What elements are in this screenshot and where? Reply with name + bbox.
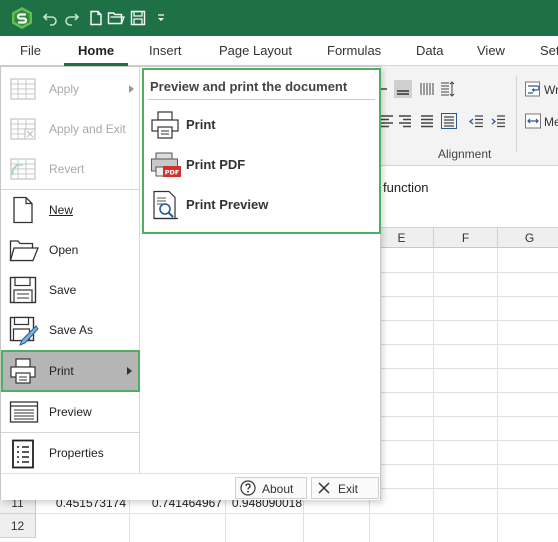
about-label: About (262, 482, 294, 496)
printer-icon (150, 110, 180, 140)
apply-exit-icon (9, 115, 37, 143)
exit-label: Exit (338, 482, 359, 496)
menu-item-new[interactable]: New (1, 190, 140, 230)
file-backstage-menu: Apply Apply and Exit Revert New Open Sav… (0, 66, 381, 500)
help-icon (240, 480, 256, 496)
decrease-indent-icon[interactable] (468, 112, 486, 130)
title-bar (0, 0, 558, 36)
exit-button[interactable]: Exit (311, 477, 379, 499)
grid-line (36, 513, 558, 514)
app-logo-icon (10, 6, 34, 30)
ribbon-separator (516, 76, 517, 152)
grid-line (433, 248, 434, 542)
menu-item-label: Open (49, 243, 79, 257)
submenu-item-print[interactable]: Print (146, 106, 377, 144)
new-document-icon (9, 196, 37, 224)
preview-icon (9, 398, 39, 426)
undo-icon[interactable] (40, 8, 60, 28)
menu-item-label: Apply and Exit (49, 122, 126, 136)
menu-item-revert[interactable]: Revert (1, 149, 140, 189)
menu-item-open[interactable]: Open (1, 230, 140, 270)
new-file-icon[interactable] (86, 8, 106, 28)
close-icon (316, 480, 332, 496)
submenu-arrow-icon (127, 367, 132, 375)
save-icon[interactable] (128, 8, 148, 28)
redo-icon[interactable] (62, 8, 82, 28)
column-header-f[interactable]: F (434, 228, 498, 248)
merge-cells-icon[interactable] (524, 112, 542, 130)
submenu-item-label: Print PDF (186, 157, 246, 172)
formula-text[interactable]: function (383, 180, 429, 195)
merge-label[interactable]: Me (544, 115, 558, 129)
tab-home[interactable]: Home (63, 36, 129, 66)
open-folder-icon (9, 236, 39, 264)
menu-item-label: Preview (49, 405, 92, 419)
menu-item-save-as[interactable]: Save As (1, 310, 140, 350)
print-submenu-title: Preview and print the document (150, 79, 348, 94)
menu-item-label: Revert (49, 162, 85, 176)
distributed-icon[interactable] (440, 112, 458, 130)
wrap-text-icon[interactable] (524, 80, 542, 98)
print-submenu: Preview and print the document Print PDF… (142, 68, 381, 234)
submenu-item-label: Print Preview (186, 197, 269, 212)
open-folder-icon[interactable] (106, 8, 126, 28)
pdf-printer-icon: PDF (150, 150, 181, 180)
save-as-icon (9, 316, 39, 346)
print-preview-icon (150, 190, 180, 220)
svg-text:PDF: PDF (165, 169, 180, 177)
justify-icon[interactable] (418, 112, 436, 130)
alignment-group-label: Alignment (438, 147, 492, 161)
vertical-text-icon[interactable] (418, 80, 436, 98)
about-button[interactable]: About (235, 477, 307, 499)
tab-insert[interactable]: Insert (149, 36, 182, 65)
submenu-item-label: Print (186, 117, 216, 132)
apply-icon (9, 75, 37, 103)
ribbon-tabs: File Home Insert Page Layout Formulas Da… (0, 36, 558, 66)
print-submenu-divider (148, 99, 375, 100)
properties-icon (9, 439, 37, 469)
customize-toolbar-icon[interactable] (151, 8, 171, 28)
tab-data[interactable]: Data (416, 36, 443, 65)
menu-item-label: Print (49, 364, 74, 378)
menu-item-properties[interactable]: Properties (1, 433, 140, 473)
backstage-footer: About Exit (1, 473, 380, 500)
save-icon (9, 276, 37, 304)
tab-settings[interactable]: Set (540, 36, 558, 65)
tab-page-layout[interactable]: Page Layout (219, 36, 292, 65)
row-header-12[interactable]: 12 (0, 514, 36, 538)
revert-icon (9, 155, 37, 183)
menu-item-label: Apply (49, 82, 80, 96)
menu-item-preview[interactable]: Preview (1, 392, 140, 432)
tab-view[interactable]: View (477, 36, 505, 65)
grid-line (497, 248, 498, 542)
menu-item-label: New (49, 203, 74, 217)
align-bottom-icon[interactable] (394, 80, 412, 98)
menu-item-label: Save As (49, 323, 94, 337)
column-header-g[interactable]: G (498, 228, 558, 248)
wrap-text-label[interactable]: Wra (544, 83, 558, 97)
submenu-arrow-icon (129, 85, 134, 93)
menu-item-label: Save (49, 283, 77, 297)
menu-item-save[interactable]: Save (1, 270, 140, 310)
menu-item-print[interactable]: Print (1, 350, 140, 392)
menu-item-label: Properties (49, 446, 104, 460)
printer-icon (9, 357, 37, 385)
submenu-item-print-preview[interactable]: Print Preview (146, 186, 377, 224)
submenu-item-print-pdf[interactable]: PDF Print PDF (146, 146, 377, 184)
text-orientation-icon[interactable] (438, 80, 456, 98)
tab-formulas[interactable]: Formulas (327, 36, 381, 65)
increase-indent-icon[interactable] (490, 112, 508, 130)
align-right-icon[interactable] (396, 112, 414, 130)
file-menu-commands: Apply Apply and Exit Revert New Open Sav… (1, 67, 140, 473)
menu-item-apply-and-exit[interactable]: Apply and Exit (1, 109, 140, 149)
menu-item-apply[interactable]: Apply (1, 69, 140, 109)
tab-file[interactable]: File (20, 36, 41, 65)
